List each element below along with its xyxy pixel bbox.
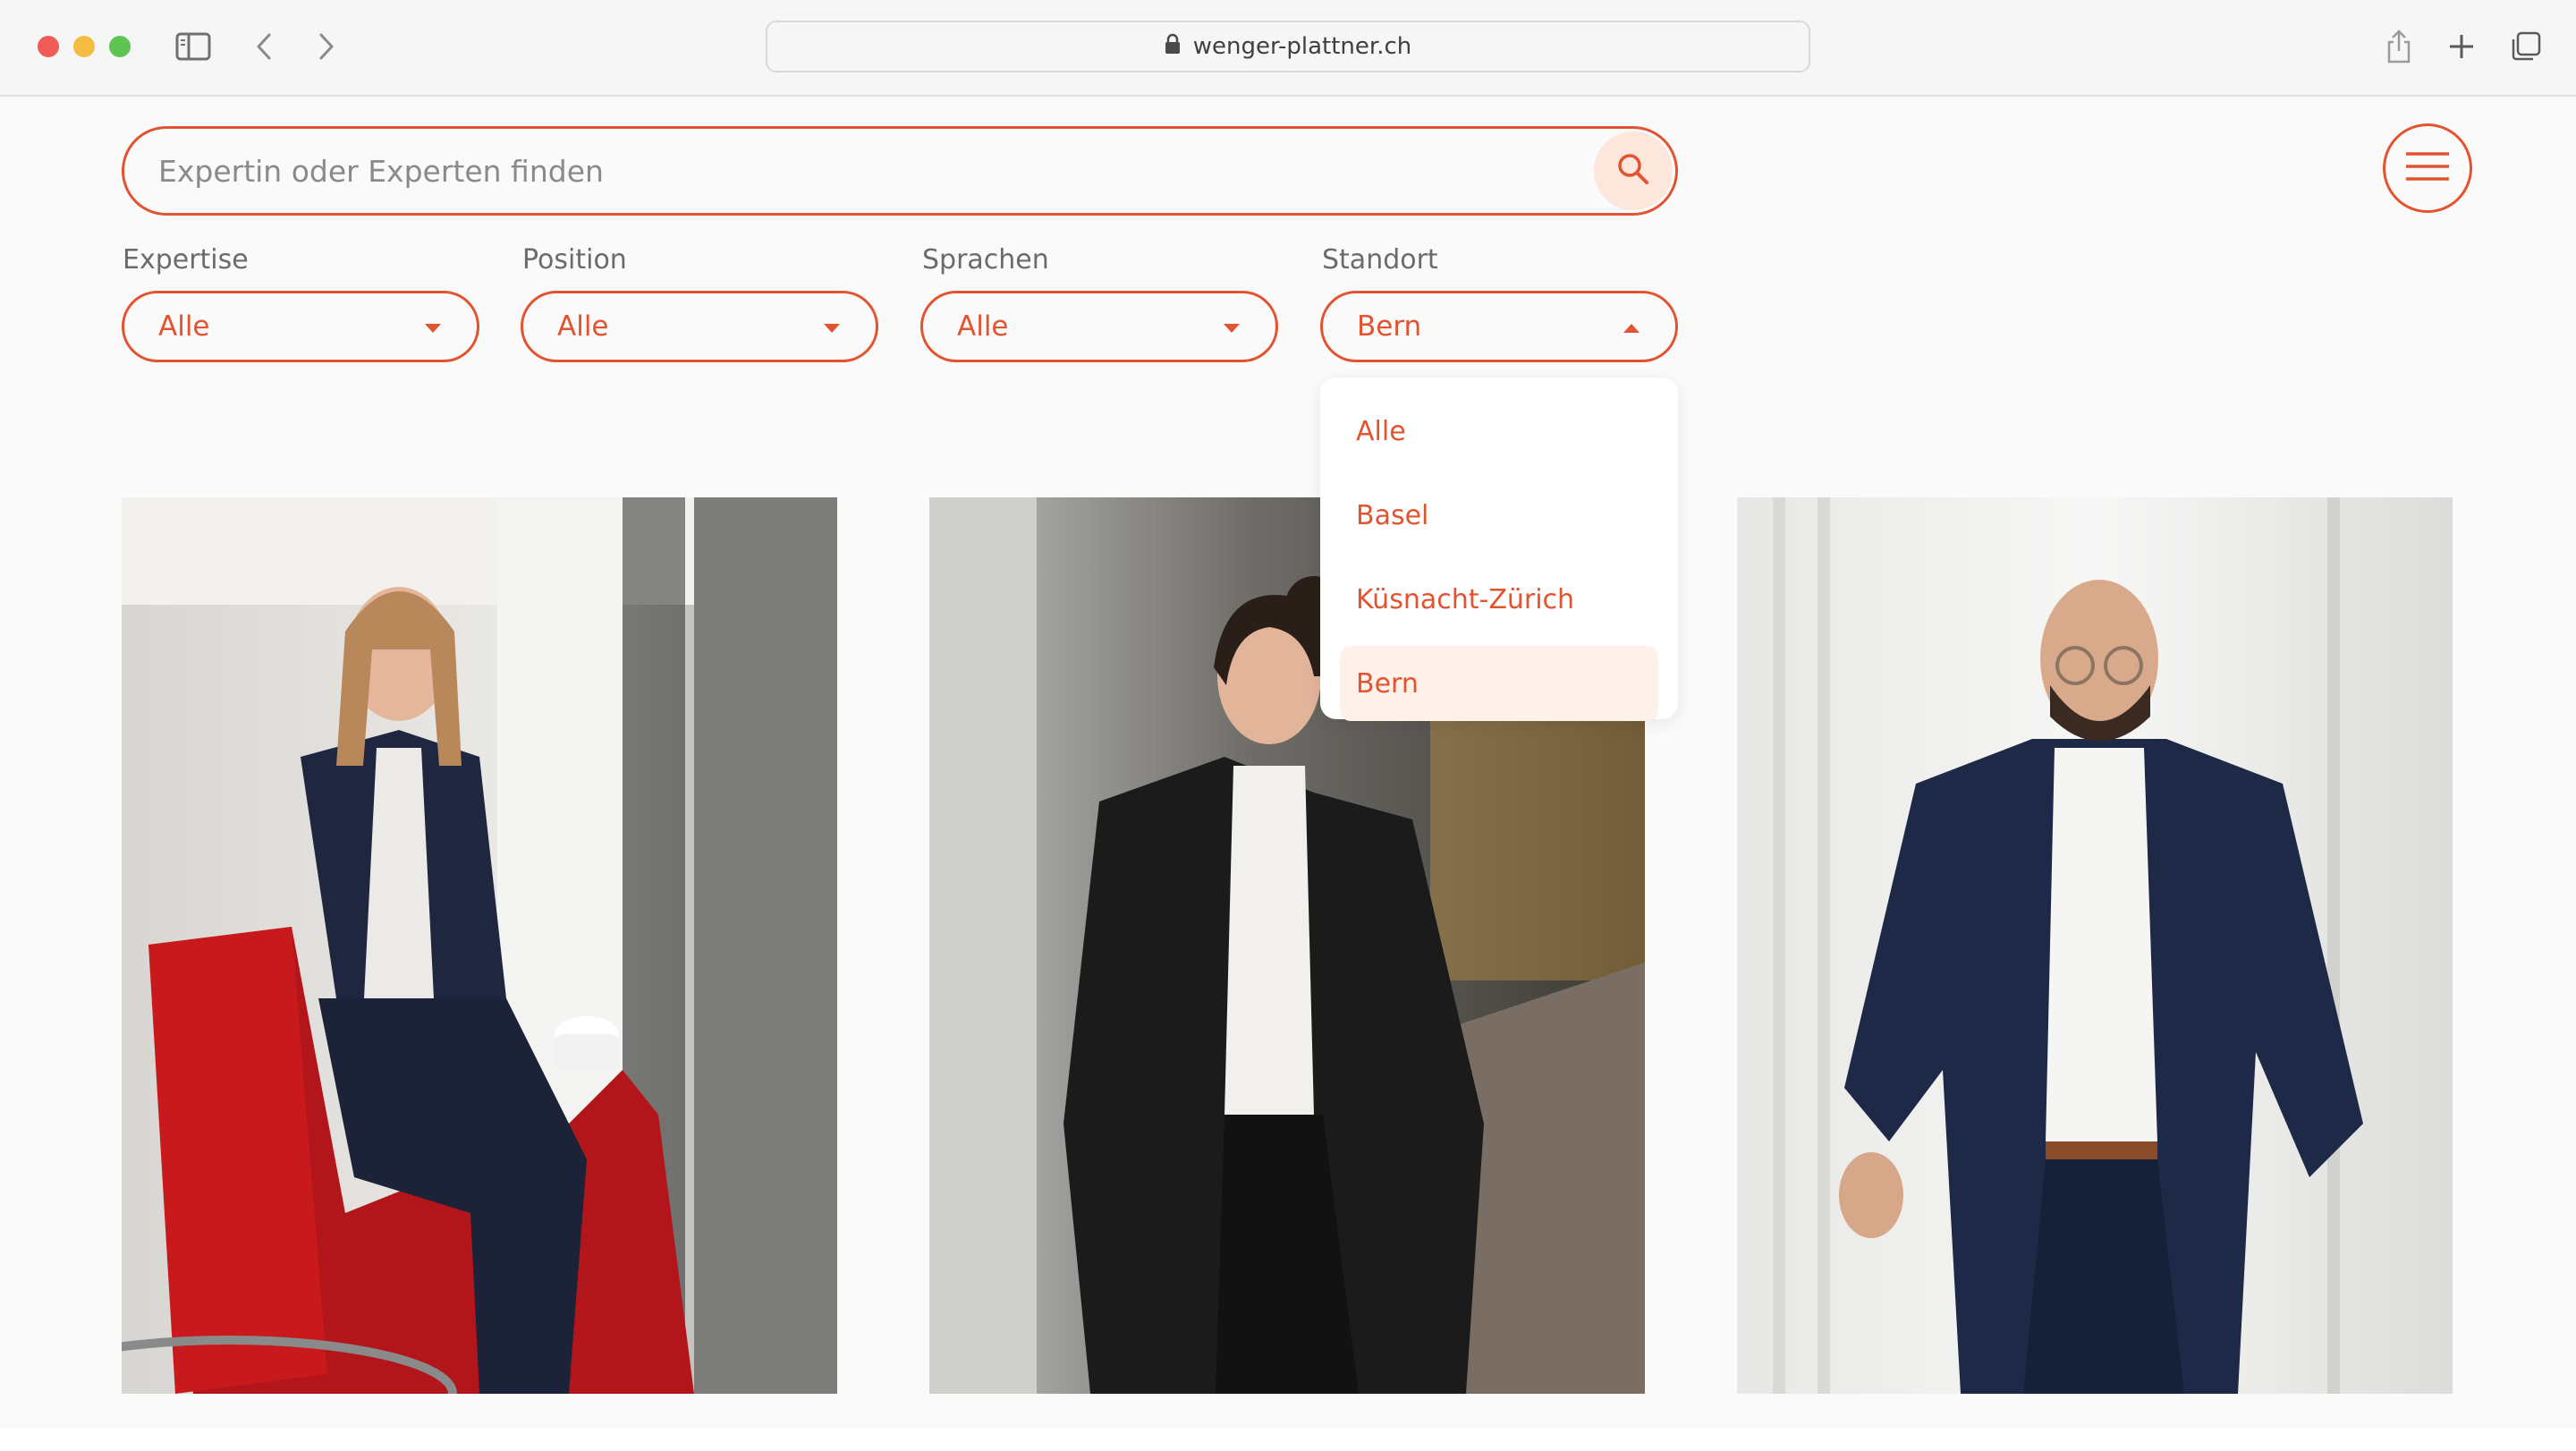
sprachen-select[interactable]: Alle [920, 291, 1278, 362]
position-select-value: Alle [557, 310, 609, 343]
expert-photo-3[interactable] [1737, 497, 2453, 1394]
browser-toolbar: wenger-plattner.ch [0, 0, 2576, 97]
close-window-button[interactable] [38, 36, 59, 57]
filter-label-sprachen: Sprachen [922, 244, 1049, 276]
hamburger-menu-icon [2404, 150, 2451, 186]
filter-label-position: Position [522, 244, 627, 276]
expertise-select-value: Alle [158, 310, 210, 343]
search-icon [1615, 151, 1651, 191]
search-placeholder: Expertin oder Experten finden [158, 153, 604, 189]
chevron-left-icon[interactable] [250, 27, 277, 66]
standort-select[interactable]: Bern [1320, 291, 1678, 362]
dropdown-option-alle[interactable]: Alle [1340, 394, 1658, 469]
address-url: wenger-plattner.ch [1192, 33, 1412, 60]
position-select[interactable]: Alle [521, 291, 878, 362]
minimize-window-button[interactable] [73, 36, 95, 57]
sprachen-select-value: Alle [957, 310, 1009, 343]
filter-label-expertise: Expertise [123, 244, 249, 276]
plus-icon[interactable] [2444, 27, 2479, 66]
dropdown-option-bern[interactable]: Bern [1340, 646, 1658, 721]
search-input[interactable]: Expertin oder Experten finden [122, 126, 1678, 216]
standort-select-value: Bern [1357, 310, 1422, 343]
chevron-right-icon[interactable] [313, 27, 340, 66]
filter-label-standort: Standort [1322, 244, 1438, 276]
dropdown-option-kuesnacht-zuerich[interactable]: Küsnacht-Zürich [1340, 562, 1658, 637]
lock-icon [1165, 33, 1181, 61]
expert-photo-1[interactable] [122, 497, 837, 1394]
caret-down-icon [1224, 324, 1240, 333]
dropdown-option-basel[interactable]: Basel [1340, 478, 1658, 553]
menu-button[interactable] [2383, 123, 2472, 213]
maximize-window-button[interactable] [109, 36, 131, 57]
address-bar[interactable]: wenger-plattner.ch [766, 21, 1810, 72]
standort-dropdown-menu: Alle Basel Küsnacht-Zürich Bern [1320, 378, 1678, 721]
experts-page: Expertin oder Experten finden Expertise … [0, 97, 2576, 1428]
share-icon[interactable] [2381, 27, 2417, 66]
caret-down-icon [824, 324, 840, 333]
sidebar-icon[interactable] [174, 27, 213, 66]
caret-up-icon [1623, 324, 1640, 333]
search-button[interactable] [1594, 132, 1673, 210]
tabs-overview-icon[interactable] [2508, 27, 2544, 66]
caret-down-icon [425, 324, 441, 333]
expertise-select[interactable]: Alle [122, 291, 479, 362]
